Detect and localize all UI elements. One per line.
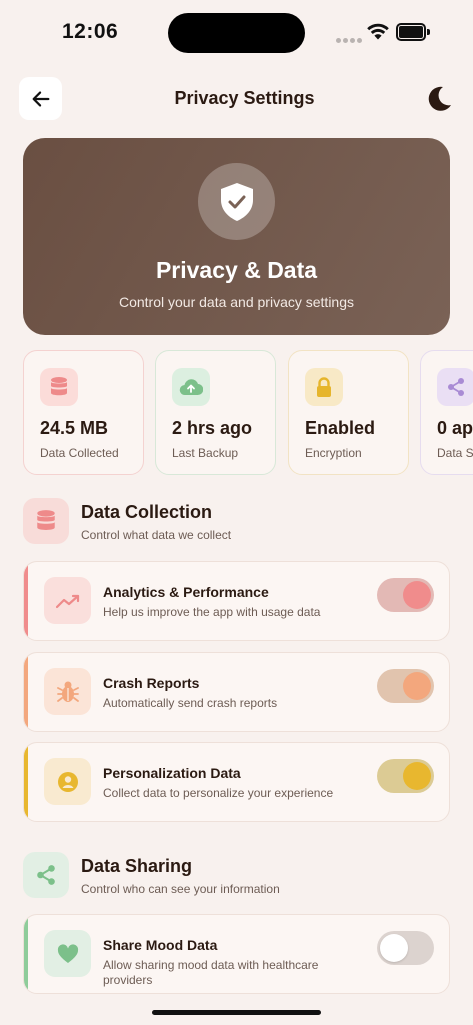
stat-label: Data S bbox=[437, 446, 473, 460]
database-icon bbox=[23, 498, 69, 544]
stat-card-data-sharing[interactable]: 0 ap Data S bbox=[420, 350, 473, 475]
stat-card-data-collected[interactable]: 24.5 MB Data Collected bbox=[23, 350, 144, 475]
setting-description: Collect data to personalize your experie… bbox=[103, 786, 334, 800]
setting-title: Share Mood Data bbox=[103, 937, 218, 953]
hero-subtitle: Control your data and privacy settings bbox=[118, 294, 354, 310]
share-icon bbox=[437, 368, 473, 406]
card-accent bbox=[24, 743, 28, 821]
card-accent bbox=[24, 653, 28, 731]
setting-description: Automatically send crash reports bbox=[103, 696, 278, 710]
card-accent bbox=[24, 562, 28, 640]
stat-value: 24.5 MB bbox=[40, 418, 109, 438]
section-data-sharing: Data Sharing Control who can see your in… bbox=[23, 852, 443, 898]
setting-personalization-data[interactable]: Personalization Data Collect data to per… bbox=[23, 742, 450, 822]
setting-analytics-performance[interactable]: Analytics & Performance Help us improve … bbox=[23, 561, 450, 641]
moon-icon bbox=[428, 86, 451, 111]
card-accent bbox=[24, 915, 28, 993]
setting-title: Personalization Data bbox=[103, 765, 241, 781]
hero-icon-badge bbox=[198, 163, 275, 240]
page-title: Privacy Settings bbox=[174, 88, 315, 108]
share-mood-toggle[interactable] bbox=[377, 931, 434, 965]
toggle-knob bbox=[403, 672, 431, 700]
toggle-knob bbox=[403, 762, 431, 790]
lock-icon bbox=[305, 368, 343, 406]
stats-row[interactable]: 24.5 MB Data Collected 2 hrs ago Last Ba… bbox=[23, 350, 473, 476]
section-data-collection: Data Collection Control what data we col… bbox=[23, 498, 443, 544]
stat-label: Encryption bbox=[305, 446, 362, 460]
setting-description: Help us improve the app with usage data bbox=[103, 605, 321, 619]
heart-icon bbox=[44, 930, 91, 977]
stat-label: Last Backup bbox=[172, 446, 239, 460]
trending-up-icon bbox=[44, 577, 91, 624]
cellular-signal-icon bbox=[336, 30, 364, 43]
battery-icon bbox=[396, 23, 430, 41]
shield-check-icon bbox=[220, 182, 253, 221]
toggle-knob bbox=[403, 581, 431, 609]
analytics-toggle[interactable] bbox=[377, 578, 434, 612]
user-circle-icon bbox=[44, 758, 91, 805]
status-time: 12:06 bbox=[62, 20, 119, 43]
section-title: Data Collection bbox=[81, 502, 213, 522]
setting-title: Analytics & Performance bbox=[103, 584, 269, 600]
stat-value: 0 ap bbox=[437, 418, 473, 438]
bug-icon bbox=[44, 668, 91, 715]
crash-reports-toggle[interactable] bbox=[377, 669, 434, 703]
privacy-hero-card: Privacy & Data Control your data and pri… bbox=[23, 138, 450, 335]
stat-value: Enabled bbox=[305, 418, 376, 438]
setting-share-mood-data[interactable]: Share Mood Data Allow sharing mood data … bbox=[23, 914, 450, 994]
section-subtitle: Control who can see your information bbox=[81, 882, 280, 896]
dynamic-island bbox=[168, 13, 305, 53]
setting-crash-reports[interactable]: Crash Reports Automatically send crash r… bbox=[23, 652, 450, 732]
stat-value: 2 hrs ago bbox=[172, 418, 253, 438]
stat-card-last-backup[interactable]: 2 hrs ago Last Backup bbox=[155, 350, 276, 475]
setting-description: Allow sharing mood data with healthcare … bbox=[103, 958, 319, 987]
home-indicator[interactable] bbox=[152, 1010, 321, 1015]
section-subtitle: Control what data we collect bbox=[81, 528, 232, 542]
wifi-icon bbox=[367, 23, 389, 40]
cloud-upload-icon bbox=[172, 368, 210, 406]
database-icon bbox=[40, 368, 78, 406]
stat-label: Data Collected bbox=[40, 446, 119, 460]
stat-card-encryption[interactable]: Enabled Encryption bbox=[288, 350, 409, 475]
hero-title: Privacy & Data bbox=[155, 257, 318, 283]
section-title: Data Sharing bbox=[81, 856, 193, 876]
dark-mode-button[interactable] bbox=[424, 84, 454, 114]
setting-title: Crash Reports bbox=[103, 675, 200, 691]
toggle-knob bbox=[380, 934, 408, 962]
share-icon bbox=[23, 852, 69, 898]
personalization-toggle[interactable] bbox=[377, 759, 434, 793]
status-bar: 12:06 bbox=[0, 0, 473, 64]
